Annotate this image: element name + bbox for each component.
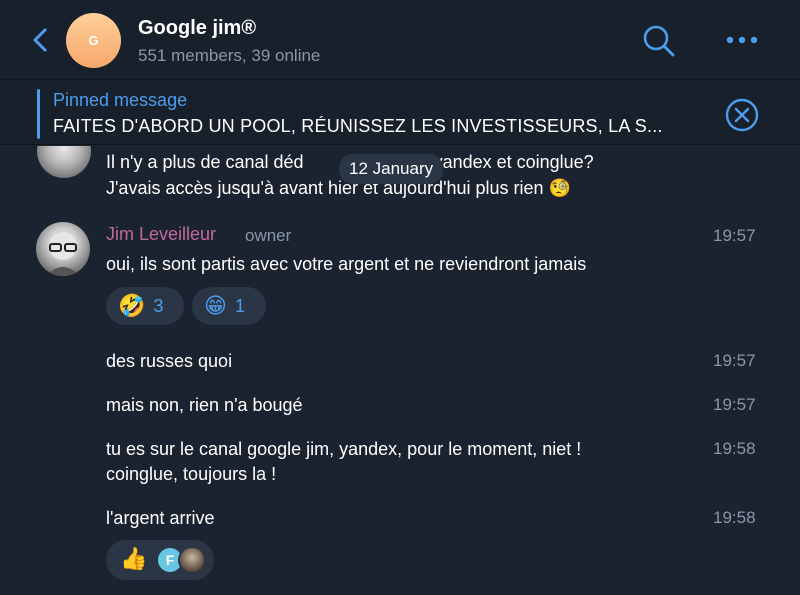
reaction-button[interactable]: 😁 1 bbox=[192, 287, 266, 325]
message-text: J'avais accès jusqu'à avant hier et aujo… bbox=[106, 178, 571, 198]
more-icon[interactable] bbox=[724, 33, 760, 47]
avatar[interactable] bbox=[36, 222, 90, 276]
pinned-title: Pinned message bbox=[53, 90, 188, 110]
reaction-count: 1 bbox=[234, 295, 245, 316]
message-time: 19:58 bbox=[713, 439, 756, 458]
message-text: l'argent arrive bbox=[106, 508, 215, 528]
thumbs-up-emoji-icon: 👍 bbox=[120, 546, 148, 571]
chat-header: G Google jim® 551 members, 39 online bbox=[0, 0, 800, 80]
grin-emoji-icon: 😁 bbox=[204, 293, 227, 318]
member-count: 551 members, 39 online bbox=[138, 46, 321, 65]
message-text: des russes quoi bbox=[106, 351, 233, 371]
message-time: 19:57 bbox=[713, 351, 756, 370]
message-text: oui, ils sont partis avec votre argent e… bbox=[106, 254, 587, 274]
group-title[interactable]: Google jim® bbox=[138, 17, 256, 40]
date-separator: 12 January bbox=[339, 154, 444, 184]
close-circle-icon[interactable] bbox=[724, 97, 760, 133]
avatar[interactable] bbox=[37, 146, 91, 178]
message-time: 19:57 bbox=[713, 395, 756, 414]
rofl-emoji-icon: 🤣 bbox=[118, 293, 146, 318]
group-avatar[interactable]: G bbox=[66, 13, 121, 68]
reaction-button[interactable]: 🤣 3 bbox=[106, 287, 184, 325]
message-text: mais non, rien n'a bougé bbox=[106, 395, 303, 415]
message-time: 19:58 bbox=[713, 508, 756, 527]
sender-name[interactable]: Jim Leveilleur bbox=[106, 224, 216, 245]
message-text: coinglue, toujours la ! bbox=[106, 464, 277, 484]
back-chevron-icon[interactable] bbox=[30, 26, 50, 54]
avatar-photo-icon bbox=[46, 232, 80, 276]
reaction-count: 3 bbox=[153, 295, 164, 316]
message-time: 19:57 bbox=[713, 226, 756, 245]
pinned-message-bar[interactable]: Pinned message FAITES D'ABORD UN POOL, R… bbox=[0, 80, 800, 145]
sender-role: owner bbox=[245, 226, 292, 245]
pinned-text: FAITES D'ABORD UN POOL, RÉUNISSEZ LES IN… bbox=[53, 116, 663, 136]
reactor-avatar bbox=[178, 546, 206, 574]
pinned-indicator bbox=[37, 89, 40, 139]
search-icon[interactable] bbox=[641, 23, 677, 59]
message-text: tu es sur le canal google jim, yandex, p… bbox=[106, 439, 582, 459]
